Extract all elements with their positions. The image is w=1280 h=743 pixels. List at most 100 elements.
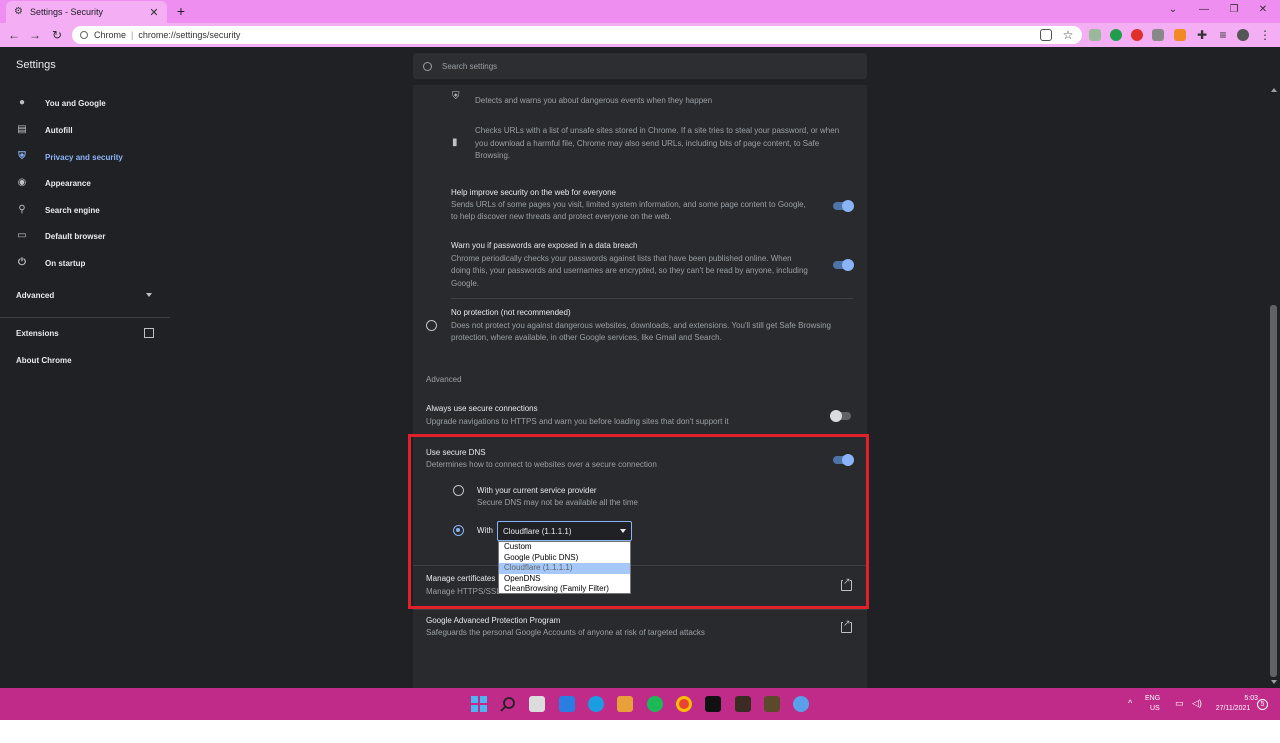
power-icon: ⏻	[18, 257, 26, 268]
scroll-up-arrow-icon[interactable]	[1271, 88, 1277, 92]
sidebar-item-default-browser[interactable]: ▭ Default browser	[0, 226, 170, 246]
sidebar-extensions[interactable]: Extensions	[16, 329, 59, 338]
restore-button[interactable]: ❐	[1226, 3, 1242, 17]
sidebar: ● You and Google ▤ Autofill ⛨ Privacy an…	[0, 85, 170, 688]
scrollbar-thumb[interactable]	[1270, 305, 1277, 677]
warn-passwords-sub-2: doing this, your passwords and usernames…	[451, 266, 808, 275]
no-protection-title: No protection (not recommended)	[451, 308, 571, 317]
chevron-down-icon[interactable]	[146, 293, 152, 297]
profile-avatar[interactable]	[1237, 29, 1249, 41]
no-protection-sub-2: protection, where available, in other Go…	[451, 333, 722, 342]
share-icon[interactable]	[1040, 29, 1052, 41]
reading-list-icon[interactable]: ≡	[1215, 27, 1231, 43]
bookmark-star-icon[interactable]: ☆	[1060, 27, 1076, 43]
advanced-protection-title: Google Advanced Protection Program	[426, 616, 561, 625]
sidebar-item-privacy-and-security[interactable]: ⛨ Privacy and security	[0, 147, 170, 167]
url-separator: |	[131, 30, 134, 40]
search-placeholder: Search settings	[442, 61, 498, 71]
menu-kebab-icon[interactable]: ⋮	[1257, 27, 1273, 43]
toggle-knob	[842, 259, 854, 271]
tab-search-icon[interactable]: ⌄	[1165, 3, 1181, 17]
clock-time[interactable]: 5:03	[1228, 695, 1258, 702]
start-windows-icon[interactable]	[471, 696, 487, 712]
extensions-puzzle-icon[interactable]: ✚	[1194, 27, 1210, 43]
reload-button[interactable]: ↻	[49, 27, 65, 43]
warn-passwords-toggle[interactable]	[833, 259, 854, 271]
site-info-icon[interactable]	[80, 31, 88, 39]
tab-close-icon[interactable]: ✕	[147, 6, 161, 19]
new-tab-button[interactable]: +	[174, 3, 188, 19]
sidebar-advanced[interactable]: Advanced	[16, 291, 54, 300]
sidebar-item-on-startup[interactable]: ⏻ On startup	[0, 253, 170, 273]
external-link-icon[interactable]	[144, 328, 154, 338]
settings-header: Settings Search settings	[0, 47, 1280, 85]
url-origin: Chrome	[94, 30, 127, 40]
language-region[interactable]: US	[1150, 705, 1160, 712]
sidebar-item-search-engine[interactable]: ⚲ Search engine	[0, 200, 170, 220]
checks-text-2: you download a harmful file, Chrome may …	[475, 139, 820, 148]
sidebar-item-label: Autofill	[45, 125, 73, 135]
url-path: chrome://settings/security	[138, 30, 241, 40]
tab-settings-security[interactable]: ⚙ Settings - Security ✕	[6, 1, 167, 23]
back-button[interactable]: ←	[6, 27, 22, 43]
secure-connections-sub: Upgrade navigations to HTTPS and warn yo…	[426, 417, 729, 426]
sidebar-item-autofill[interactable]: ▤ Autofill	[0, 120, 170, 140]
sidebar-item-label: On startup	[45, 258, 86, 268]
widgets-icon[interactable]	[559, 696, 575, 712]
app-icon[interactable]	[617, 696, 633, 712]
taskbar-search-icon[interactable]	[500, 696, 516, 712]
toggle-knob	[830, 410, 842, 422]
shield-small-icon: ⛨	[452, 91, 460, 102]
extension-red-icon[interactable]	[1131, 29, 1143, 41]
shield-icon: ⛨	[18, 151, 26, 162]
globe-app-icon[interactable]	[793, 696, 809, 712]
person-icon: ●	[18, 97, 26, 108]
extension-grey-icon[interactable]	[1152, 29, 1164, 41]
metamask-icon[interactable]	[1174, 29, 1186, 41]
chrome-icon[interactable]	[676, 696, 692, 712]
sidebar-item-label: Appearance	[45, 178, 91, 188]
warn-passwords-title: Warn you if passwords are exposed in a d…	[451, 241, 638, 250]
sidebar-item-label: Search engine	[45, 205, 100, 215]
extension-green-icon[interactable]	[1110, 29, 1122, 41]
help-improve-toggle[interactable]	[833, 200, 854, 212]
notification-badge[interactable]: 5	[1257, 699, 1268, 710]
network-icon[interactable]: ▭	[1175, 698, 1184, 709]
bottom-margin	[0, 720, 1280, 743]
language-code[interactable]: ENG	[1145, 695, 1160, 702]
game-icon-2[interactable]	[764, 696, 780, 712]
secure-connections-toggle[interactable]	[830, 410, 851, 422]
tab-strip: ⚙ Settings - Security ✕ + ⌄ — ❐ ✕	[0, 0, 1280, 23]
minimize-button[interactable]: —	[1196, 3, 1212, 17]
clipboard-icon: ▤	[17, 124, 27, 135]
edge-icon[interactable]	[588, 696, 604, 712]
search-input[interactable]: Search settings	[413, 53, 867, 79]
taskbar: ^ ENG US ▭ ◁) 5:03 27/11/2021 5	[0, 688, 1280, 720]
forward-button[interactable]: →	[27, 27, 43, 43]
toggle-knob	[842, 200, 854, 212]
task-view-icon[interactable]	[529, 696, 545, 712]
extension-globe-icon[interactable]	[1089, 29, 1101, 41]
advanced-protection-sub: Safeguards the personal Google Accounts …	[426, 628, 705, 637]
help-improve-sub-1: Sends URLs of some pages you visit, limi…	[451, 200, 806, 209]
divider	[451, 298, 853, 299]
external-link-icon[interactable]	[841, 619, 852, 633]
sidebar-item-appearance[interactable]: ◉ Appearance	[0, 173, 170, 193]
sidebar-about-chrome[interactable]: About Chrome	[16, 356, 72, 365]
game-icon[interactable]	[735, 696, 751, 712]
sidebar-item-label: Default browser	[45, 231, 106, 241]
divider	[413, 609, 867, 610]
close-window-button[interactable]: ✕	[1255, 3, 1271, 17]
spotify-icon[interactable]	[647, 696, 663, 712]
page-title: Settings	[16, 59, 56, 71]
highlight-box	[408, 434, 869, 609]
scroll-down-arrow-icon[interactable]	[1271, 680, 1277, 684]
clock-date[interactable]: 27/11/2021	[1212, 705, 1254, 712]
tray-chevron-up-icon[interactable]: ^	[1128, 698, 1132, 708]
secure-connections-title: Always use secure connections	[426, 404, 538, 413]
address-bar[interactable]: Chrome | chrome://settings/security	[72, 26, 1082, 44]
sidebar-item-you-and-google[interactable]: ● You and Google	[0, 93, 170, 113]
volume-icon[interactable]: ◁)	[1192, 698, 1202, 709]
no-protection-radio[interactable]	[426, 320, 437, 331]
terminal-icon[interactable]	[705, 696, 721, 712]
